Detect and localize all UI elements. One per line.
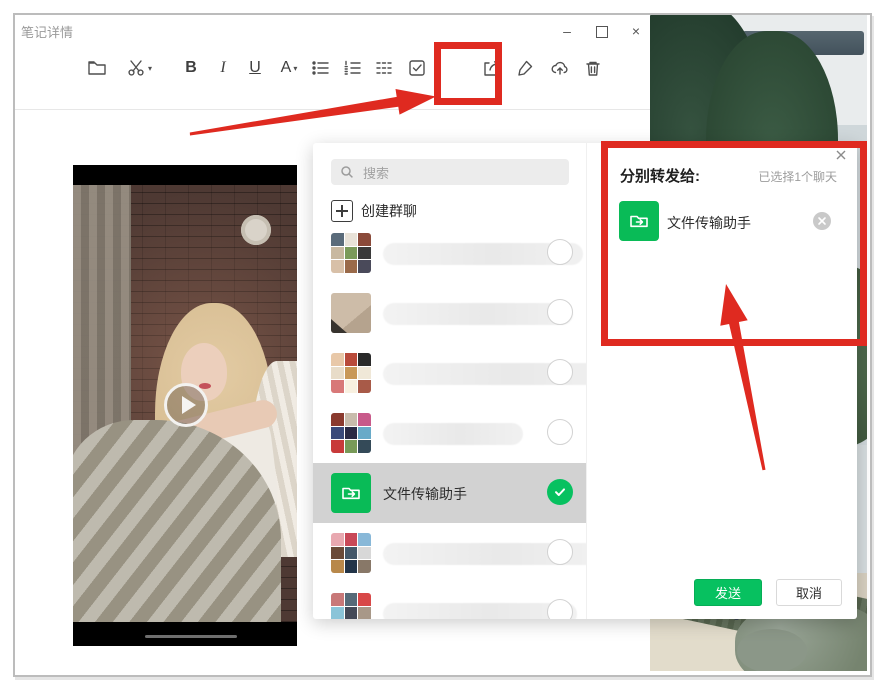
contact-row[interactable] (313, 343, 586, 403)
italic-button[interactable]: I (210, 55, 236, 81)
selected-chat-name: 文件传输助手 (667, 215, 751, 231)
contact-avatar (331, 353, 371, 393)
numbered-list-icon[interactable] (340, 55, 366, 81)
radio-unselected-icon[interactable] (547, 239, 573, 265)
create-group-chat-button[interactable]: 创建群聊 (331, 199, 417, 223)
maximize-button[interactable] (591, 23, 613, 41)
chevron-down-icon: ▾ (293, 63, 298, 73)
radio-unselected-icon[interactable] (547, 539, 573, 565)
bold-button[interactable]: B (178, 55, 204, 81)
contact-name: 文件传输助手 (383, 486, 467, 502)
file-transfer-icon (619, 201, 659, 241)
underline-button[interactable]: U (242, 55, 268, 81)
contact-avatar (331, 233, 371, 273)
font-color-button[interactable]: A ▾ (272, 55, 306, 81)
chevron-down-icon: ▾ (147, 63, 152, 73)
forward-dialog: 创建群聊 文件传输助手 (313, 143, 857, 619)
contact-avatar (331, 533, 371, 573)
contact-list: 文件传输助手 (313, 223, 586, 619)
send-button[interactable]: 发送 (694, 579, 762, 606)
plus-icon (331, 200, 353, 222)
window-title: 笔记详情 (21, 25, 74, 40)
bullet-list-icon[interactable] (308, 55, 334, 81)
folder-icon[interactable] (84, 55, 110, 81)
cut-icon[interactable]: ▾ (121, 55, 157, 81)
divider-list-icon[interactable] (372, 55, 398, 81)
contact-picker-pane: 创建群聊 文件传输助手 (313, 143, 587, 619)
minimize-button[interactable]: – (556, 23, 578, 41)
selected-count: 已选择1个聊天 (758, 170, 837, 184)
search-field[interactable] (361, 161, 565, 185)
toolbar-separator (15, 109, 650, 110)
contact-avatar (331, 293, 371, 333)
contact-avatar (331, 593, 371, 619)
contact-row[interactable]: 文件传输助手 (313, 463, 586, 523)
redacted-contact-name (383, 303, 573, 325)
tag-icon[interactable] (512, 55, 538, 81)
radio-unselected-icon[interactable] (547, 299, 573, 325)
wall-lamp (241, 215, 271, 245)
contact-row[interactable] (313, 523, 586, 583)
checkbox-icon[interactable] (404, 55, 430, 81)
close-button[interactable]: × (625, 23, 647, 41)
video-thumbnail[interactable] (73, 165, 297, 646)
search-icon (341, 166, 353, 178)
play-button-icon[interactable] (164, 383, 208, 427)
contact-row[interactable] (313, 583, 586, 619)
selected-chat-item: 文件传输助手 (587, 201, 857, 243)
cancel-button[interactable]: 取消 (776, 579, 842, 606)
contact-avatar (331, 413, 371, 453)
remove-selected-icon[interactable] (813, 212, 831, 230)
video-progress-bar (145, 635, 237, 638)
cloud-upload-icon[interactable] (547, 55, 573, 81)
share-icon[interactable] (478, 55, 504, 81)
check-selected-icon[interactable] (547, 479, 573, 505)
contact-row[interactable] (313, 403, 586, 463)
radio-unselected-icon[interactable] (547, 419, 573, 445)
radio-unselected-icon[interactable] (547, 359, 573, 385)
redacted-contact-name (383, 423, 523, 445)
contact-avatar (331, 473, 371, 513)
forward-to-pane: 分别转发给: 已选择1个聊天 文件传输助手 发送 取消 (587, 143, 857, 619)
contact-row[interactable] (313, 223, 586, 283)
dialog-close-icon[interactable] (834, 148, 848, 162)
contact-row[interactable] (313, 283, 586, 343)
radio-unselected-icon[interactable] (547, 599, 573, 619)
file-transfer-icon (342, 487, 360, 500)
search-input[interactable] (331, 159, 569, 185)
trash-icon[interactable] (580, 55, 606, 81)
forward-title: 分别转发给: (620, 168, 700, 185)
